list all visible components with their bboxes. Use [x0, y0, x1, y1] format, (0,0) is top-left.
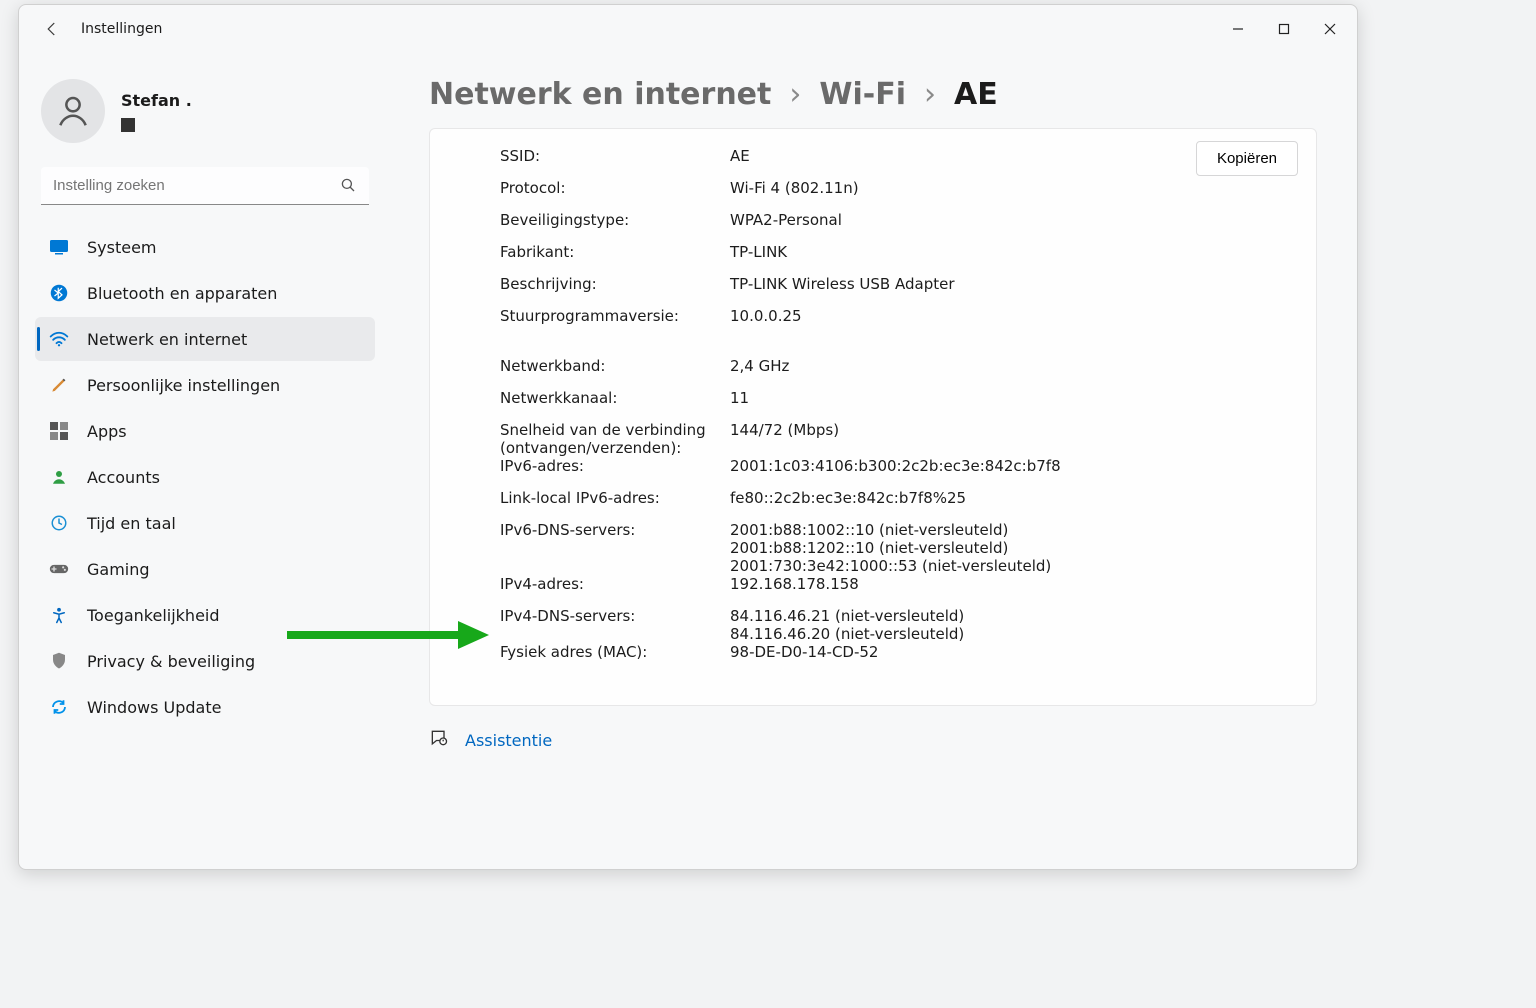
- title-bar: Instellingen: [19, 5, 1357, 53]
- shield-icon: [49, 651, 69, 671]
- help-footer[interactable]: Assistentie: [429, 728, 1317, 752]
- search-icon: [339, 176, 357, 198]
- wifi-icon: [49, 329, 69, 349]
- avatar: [41, 79, 105, 143]
- search-box[interactable]: [41, 167, 369, 205]
- sidebar-item-accessibility[interactable]: Toegankelijkheid: [35, 593, 375, 637]
- search-input[interactable]: [41, 167, 369, 205]
- user-subtext-placeholder: [121, 118, 135, 132]
- sidebar-item-label: Bluetooth en apparaten: [87, 284, 277, 303]
- gamepad-icon: [49, 559, 69, 579]
- sidebar-item-accounts[interactable]: Accounts: [35, 455, 375, 499]
- sidebar-item-label: Gaming: [87, 560, 150, 579]
- value-security-type: WPA2-Personal: [730, 211, 842, 229]
- sidebar-item-label: Tijd en taal: [87, 514, 176, 533]
- label-linklocal-ipv6: Link-local IPv6-adres:: [500, 489, 730, 507]
- settings-window: Instellingen Stefan .: [18, 4, 1358, 870]
- label-ipv6-address: IPv6-adres:: [500, 457, 730, 475]
- sidebar-item-label: Netwerk en internet: [87, 330, 247, 349]
- sidebar-item-apps[interactable]: Apps: [35, 409, 375, 453]
- main-content: Netwerk en internet › Wi-Fi › AE Kopiëre…: [389, 53, 1357, 869]
- sidebar-item-label: Toegankelijkheid: [87, 606, 220, 625]
- back-button[interactable]: [35, 12, 69, 46]
- person-icon: [49, 467, 69, 487]
- sidebar-item-network[interactable]: Netwerk en internet: [35, 317, 375, 361]
- accessibility-icon: [49, 605, 69, 625]
- value-ipv6-address: 2001:1c03:4106:b300:2c2b:ec3e:842c:b7f8: [730, 457, 1061, 475]
- update-icon: [49, 697, 69, 717]
- value-ipv6-dns: 2001:b88:1002::10 (niet-versleuteld) 200…: [730, 521, 1051, 575]
- app-title: Instellingen: [81, 21, 162, 37]
- label-network-band: Netwerkband:: [500, 357, 730, 375]
- label-description: Beschrijving:: [500, 275, 730, 293]
- apps-icon: [49, 421, 69, 441]
- user-name: Stefan .: [121, 91, 192, 110]
- sidebar-item-label: Persoonlijke instellingen: [87, 376, 280, 395]
- sidebar-item-label: Accounts: [87, 468, 160, 487]
- value-network-band: 2,4 GHz: [730, 357, 789, 375]
- value-description: TP-LINK Wireless USB Adapter: [730, 275, 955, 293]
- sidebar-item-personalization[interactable]: Persoonlijke instellingen: [35, 363, 375, 407]
- label-driver-version: Stuurprogrammaversie:: [500, 307, 730, 325]
- breadcrumb-network[interactable]: Netwerk en internet: [429, 77, 771, 112]
- label-protocol: Protocol:: [500, 179, 730, 197]
- bluetooth-icon: [49, 283, 69, 303]
- network-details-panel: Kopiëren SSID:AE Protocol:Wi-Fi 4 (802.1…: [429, 128, 1317, 706]
- close-button[interactable]: [1307, 13, 1353, 45]
- sidebar-item-label: Privacy & beveiliging: [87, 652, 255, 671]
- label-ipv6-dns: IPv6-DNS-servers:: [500, 521, 730, 539]
- sidebar-item-windows-update[interactable]: Windows Update: [35, 685, 375, 729]
- value-linklocal-ipv6: fe80::2c2b:ec3e:842c:b7f8%25: [730, 489, 966, 507]
- maximize-button[interactable]: [1261, 13, 1307, 45]
- value-manufacturer: TP-LINK: [730, 243, 787, 261]
- label-ipv4-address: IPv4-adres:: [500, 575, 730, 593]
- help-link-label: Assistentie: [465, 731, 552, 750]
- breadcrumb-current: AE: [954, 77, 998, 112]
- chevron-right-icon: ›: [789, 77, 801, 112]
- label-manufacturer: Fabrikant:: [500, 243, 730, 261]
- nav-list: Systeem Bluetooth en apparaten Netwerk e…: [35, 225, 375, 729]
- value-ipv4-address: 192.168.178.158: [730, 575, 859, 593]
- sidebar-item-privacy[interactable]: Privacy & beveiliging: [35, 639, 375, 683]
- sidebar-item-label: Apps: [87, 422, 127, 441]
- breadcrumb-wifi[interactable]: Wi-Fi: [819, 77, 906, 112]
- sidebar-item-label: Windows Update: [87, 698, 221, 717]
- breadcrumb: Netwerk en internet › Wi-Fi › AE: [429, 77, 1317, 112]
- copy-button[interactable]: Kopiëren: [1196, 141, 1298, 176]
- label-ssid: SSID:: [500, 147, 730, 165]
- globe-clock-icon: [49, 513, 69, 533]
- value-ipv4-dns: 84.116.46.21 (niet-versleuteld) 84.116.4…: [730, 607, 964, 643]
- label-security-type: Beveiligingstype:: [500, 211, 730, 229]
- label-network-channel: Netwerkkanaal:: [500, 389, 730, 407]
- user-account-block[interactable]: Stefan .: [41, 79, 375, 143]
- value-protocol: Wi-Fi 4 (802.11n): [730, 179, 859, 197]
- sidebar: Stefan . Systeem Bluetooth en apparaten: [19, 53, 389, 869]
- minimize-button[interactable]: [1215, 13, 1261, 45]
- chevron-right-icon: ›: [924, 77, 936, 112]
- sidebar-item-bluetooth[interactable]: Bluetooth en apparaten: [35, 271, 375, 315]
- label-mac-address: Fysiek adres (MAC):: [500, 643, 730, 661]
- sidebar-item-label: Systeem: [87, 238, 157, 257]
- value-ssid: AE: [730, 147, 750, 165]
- value-link-speed: 144/72 (Mbps): [730, 421, 839, 439]
- label-ipv4-dns: IPv4-DNS-servers:: [500, 607, 730, 625]
- value-network-channel: 11: [730, 389, 749, 407]
- brush-icon: [49, 375, 69, 395]
- label-link-speed: Snelheid van de verbinding (ontvangen/ve…: [500, 421, 730, 457]
- system-icon: [49, 237, 69, 257]
- value-mac-address: 98-DE-D0-14-CD-52: [730, 643, 878, 661]
- help-icon: [429, 728, 449, 752]
- sidebar-item-time-language[interactable]: Tijd en taal: [35, 501, 375, 545]
- value-driver-version: 10.0.0.25: [730, 307, 802, 325]
- sidebar-item-gaming[interactable]: Gaming: [35, 547, 375, 591]
- sidebar-item-system[interactable]: Systeem: [35, 225, 375, 269]
